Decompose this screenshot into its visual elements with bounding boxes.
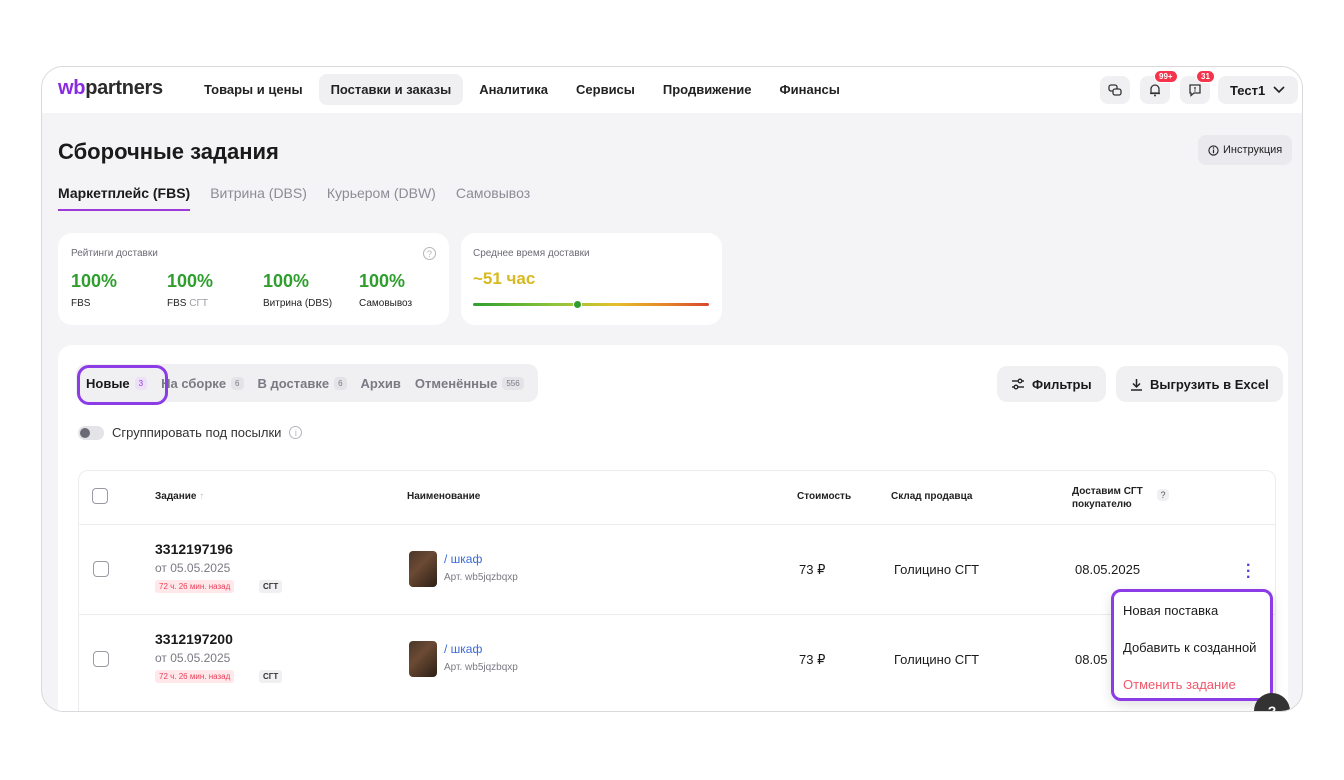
- nav-analytics[interactable]: Аналитика: [467, 74, 560, 105]
- row-checkbox[interactable]: [93, 651, 109, 667]
- export-excel-button[interactable]: Выгрузить в Excel: [1116, 366, 1283, 402]
- menu-item-new-supply[interactable]: Новая поставка: [1123, 603, 1218, 618]
- rating-fbs: 100% FBS: [71, 271, 118, 309]
- avg-delivery-label: Среднее время доставки: [473, 248, 590, 259]
- delivery-time-marker: [573, 300, 582, 309]
- tab-showcase-dbs[interactable]: Витрина (DBS): [210, 185, 307, 211]
- rating-pickup: 100% Самовывоз: [359, 271, 413, 309]
- info-icon: [1208, 144, 1219, 156]
- top-bar: wbpartners Товары и цены Поставки и зака…: [42, 67, 1302, 113]
- rating-showcase-dbs: 100% Витрина (DBS): [263, 271, 333, 309]
- help-icon[interactable]: ?: [423, 247, 436, 260]
- order-date: от 05.05.2025: [155, 651, 231, 665]
- orders-panel: Новые 3 На сборке 6 В доставке 6 Архив Отме…: [58, 345, 1288, 711]
- info-circle-icon[interactable]: i: [289, 426, 303, 439]
- ratings-label: Рейтинги доставки: [71, 248, 158, 259]
- group-toggle-row: Сгруппировать под посылки i: [78, 425, 303, 440]
- row-checkbox[interactable]: [93, 561, 109, 577]
- group-toggle-label: Сгруппировать под посылки: [112, 425, 282, 440]
- order-id[interactable]: 3312197196: [155, 541, 233, 557]
- status-tab-cancelled[interactable]: Отменённые 556: [411, 376, 528, 391]
- price-cell: 73 ₽: [799, 652, 826, 667]
- nav-finance[interactable]: Финансы: [768, 74, 852, 105]
- elapsed-time-tag: 72 ч. 26 мин. назад: [155, 670, 235, 683]
- tab-courier-dbw[interactable]: Курьером (DBW): [327, 185, 436, 211]
- filters-button[interactable]: Фильтры: [997, 366, 1106, 402]
- app-window: wbpartners Товары и цены Поставки и зака…: [41, 66, 1303, 712]
- nav-goods-prices[interactable]: Товары и цены: [192, 74, 315, 105]
- price-cell: 73 ₽: [799, 562, 826, 577]
- product-article: Арт. wb5jqzbqxp: [444, 662, 518, 673]
- delivery-date-cell: 08.05.2025: [1075, 562, 1141, 577]
- delivery-time-scale: [473, 300, 709, 309]
- rating-fbs-sgt: 100% FBS СГТ: [167, 271, 214, 309]
- help-icon[interactable]: ?: [1157, 489, 1169, 501]
- bell-icon: [1150, 84, 1160, 97]
- user-name: Тест1: [1230, 82, 1266, 98]
- download-icon: [1131, 378, 1142, 391]
- product-article: Арт. wb5jqzbqxp: [444, 572, 518, 583]
- new-tab-highlight: [77, 365, 168, 405]
- chat-bubbles-icon: [1108, 84, 1122, 96]
- avg-delivery-value: ~51 час: [473, 269, 536, 288]
- nav-promotion[interactable]: Продвижение: [651, 74, 764, 105]
- elapsed-time-tag: 72 ч. 26 мин. назад: [155, 580, 235, 593]
- nav-supplies-orders[interactable]: Поставки и заказы: [318, 74, 464, 105]
- column-header-price: Стоимость: [797, 491, 852, 502]
- support-chat-badge: 31: [1196, 70, 1215, 83]
- select-all-checkbox[interactable]: [92, 488, 108, 504]
- sort-arrow-up-icon: ↑: [199, 491, 205, 502]
- order-id[interactable]: 3312197200: [155, 631, 233, 647]
- chevron-down-icon: [1273, 86, 1285, 94]
- avg-delivery-card: Среднее время доставки ~51 час: [461, 233, 722, 325]
- sgt-tag: СГТ: [259, 670, 283, 683]
- product-thumbnail[interactable]: [409, 551, 437, 587]
- product-name-link[interactable]: / шкаф: [444, 552, 482, 566]
- nav-services[interactable]: Сервисы: [564, 74, 647, 105]
- support-chat-button[interactable]: 31: [1180, 70, 1215, 104]
- column-header-task[interactable]: Задание ↑: [155, 491, 204, 502]
- tab-marketplace-fbs[interactable]: Маркетплейс (FBS): [58, 185, 191, 211]
- user-menu-button[interactable]: Тест1: [1218, 76, 1298, 104]
- group-parcels-toggle[interactable]: [78, 425, 104, 440]
- support-chat-icon: [1189, 84, 1201, 97]
- tab-pickup[interactable]: Самовывоз: [456, 185, 530, 211]
- page-title: Сборочные задания: [58, 139, 279, 164]
- sgt-tag: СГТ: [259, 580, 283, 593]
- column-header-delivery: Доставим СГТ покупателю: [1072, 486, 1143, 510]
- row-actions-menu: Новая поставка Добавить к созданной Отме…: [1111, 589, 1273, 701]
- instruction-button[interactable]: Инструкция: [1198, 135, 1293, 165]
- delivery-date-cell: 08.05: [1075, 652, 1108, 667]
- question-icon: ?: [1267, 703, 1277, 712]
- menu-item-cancel-task[interactable]: Отменить задание: [1123, 677, 1236, 692]
- warehouse-cell: Голицино СГТ: [894, 562, 980, 577]
- column-header-name: Наименование: [407, 491, 481, 502]
- orders-table: Задание ↑ Наименование Стоимость Склад п…: [78, 470, 1276, 711]
- sliders-icon: [1012, 378, 1024, 390]
- more-vertical-icon[interactable]: · · ·: [1246, 558, 1251, 586]
- product-name-link[interactable]: / шкаф: [444, 642, 482, 656]
- notifications-button[interactable]: 99+: [1140, 70, 1178, 104]
- status-tab-archive[interactable]: Архив: [357, 376, 405, 391]
- notifications-badge: 99+: [1154, 70, 1178, 83]
- table-row[interactable]: 3312197200 от 05.05.2025 72 ч. 26 мин. н…: [79, 614, 1275, 704]
- warehouse-cell: Голицино СГТ: [894, 652, 980, 667]
- messages-button[interactable]: [1100, 76, 1130, 104]
- status-tab-assembly[interactable]: На сборке 6: [157, 376, 247, 391]
- column-header-warehouse: Склад продавца: [891, 491, 973, 502]
- delivery-ratings-card: Рейтинги доставки ? 100% FBS 100% FBS СГ…: [58, 233, 449, 325]
- table-row[interactable]: 3312197196 от 05.05.2025 72 ч. 26 мин. н…: [79, 524, 1275, 614]
- status-tab-delivery[interactable]: В доставке 6: [254, 376, 351, 391]
- menu-item-add-to-existing[interactable]: Добавить к созданной: [1123, 640, 1256, 655]
- fulfillment-tabs: Маркетплейс (FBS) Витрина (DBS) Курьером…: [58, 185, 530, 211]
- product-thumbnail[interactable]: [409, 641, 437, 677]
- order-date: от 05.05.2025: [155, 561, 231, 575]
- logo[interactable]: wbpartners: [58, 77, 163, 100]
- main-nav: Товары и цены Поставки и заказы Аналитик…: [192, 74, 852, 105]
